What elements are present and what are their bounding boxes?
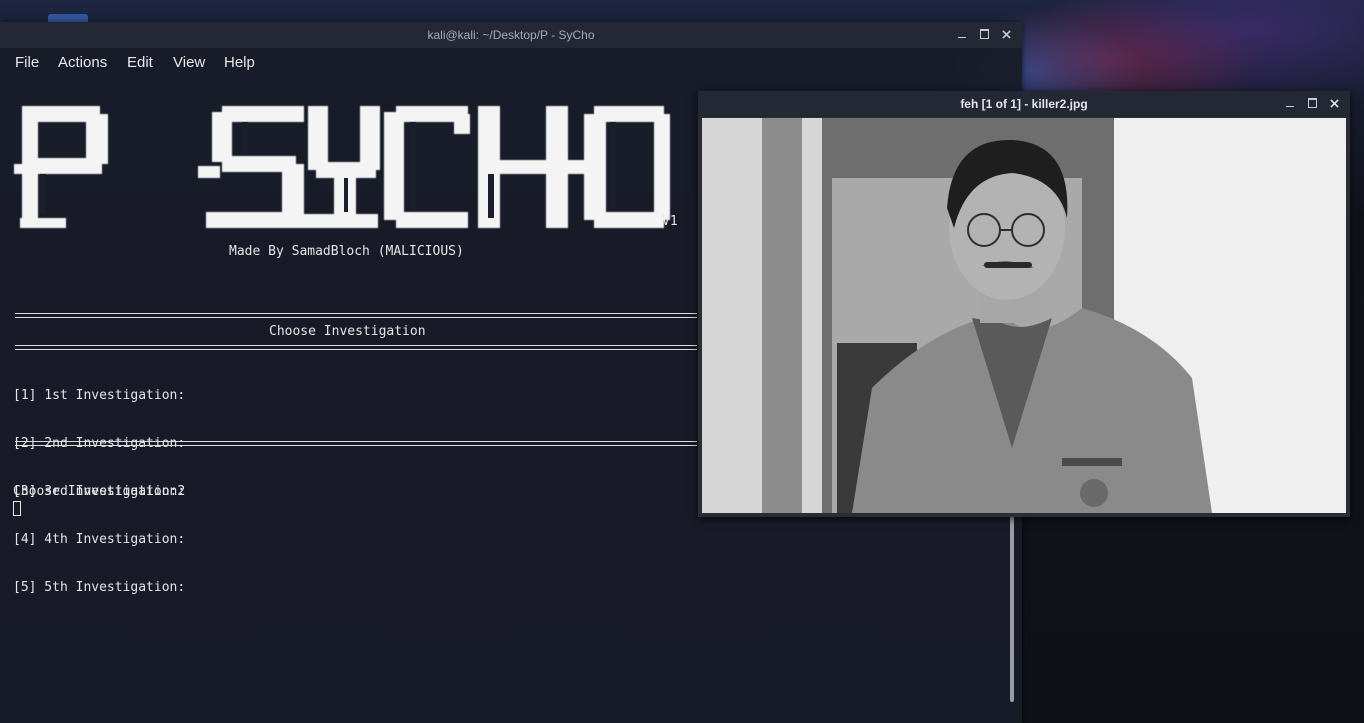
close-icon bbox=[1329, 98, 1339, 108]
menu-view[interactable]: View bbox=[173, 54, 205, 71]
investigation-option-5: [5] 5th Investigation: bbox=[13, 580, 186, 595]
menu-edit[interactable]: Edit bbox=[127, 54, 153, 71]
image-viewer-window[interactable]: feh [1 of 1] - killer2.jpg bbox=[698, 91, 1350, 517]
banner-version: V1 bbox=[662, 214, 678, 229]
image-viewer-titlebar[interactable]: feh [1 of 1] - killer2.jpg bbox=[698, 91, 1350, 117]
menu-heading: Choose Investigation bbox=[269, 324, 426, 339]
close-button[interactable] bbox=[1326, 95, 1342, 111]
divider-middle bbox=[15, 345, 697, 350]
close-icon bbox=[1001, 29, 1011, 39]
terminal-titlebar[interactable]: kali@kali: ~/Desktop/P - SyCho bbox=[0, 22, 1022, 48]
image-viewer-title: feh [1 of 1] - killer2.jpg bbox=[960, 97, 1088, 111]
close-button[interactable] bbox=[998, 26, 1014, 42]
menu-file[interactable]: File bbox=[15, 54, 39, 71]
author-credit: Made By SamadBloch (MALICIOUS) bbox=[229, 244, 464, 259]
input-prompt: Choose Investigation:2 bbox=[13, 484, 186, 499]
menu-actions[interactable]: Actions bbox=[58, 54, 107, 71]
displayed-photo bbox=[702, 118, 1346, 513]
minimize-button[interactable] bbox=[954, 26, 970, 42]
maximize-button[interactable] bbox=[976, 26, 992, 42]
menu-help[interactable]: Help bbox=[224, 54, 255, 71]
terminal-title: kali@kali: ~/Desktop/P - SyCho bbox=[427, 28, 595, 42]
banner-art bbox=[14, 106, 670, 228]
ascii-banner: V1 bbox=[10, 74, 690, 234]
text-cursor[interactable] bbox=[13, 501, 21, 516]
investigation-option-4: [4] 4th Investigation: bbox=[13, 532, 186, 547]
maximize-button[interactable] bbox=[1304, 95, 1320, 111]
divider-top bbox=[15, 313, 697, 318]
photo-render bbox=[702, 118, 1346, 513]
minimize-button[interactable] bbox=[1282, 95, 1298, 111]
divider-bottom bbox=[15, 441, 697, 446]
investigation-option-1: [1] 1st Investigation: bbox=[13, 388, 186, 403]
scrollbar-thumb[interactable] bbox=[1010, 496, 1014, 702]
